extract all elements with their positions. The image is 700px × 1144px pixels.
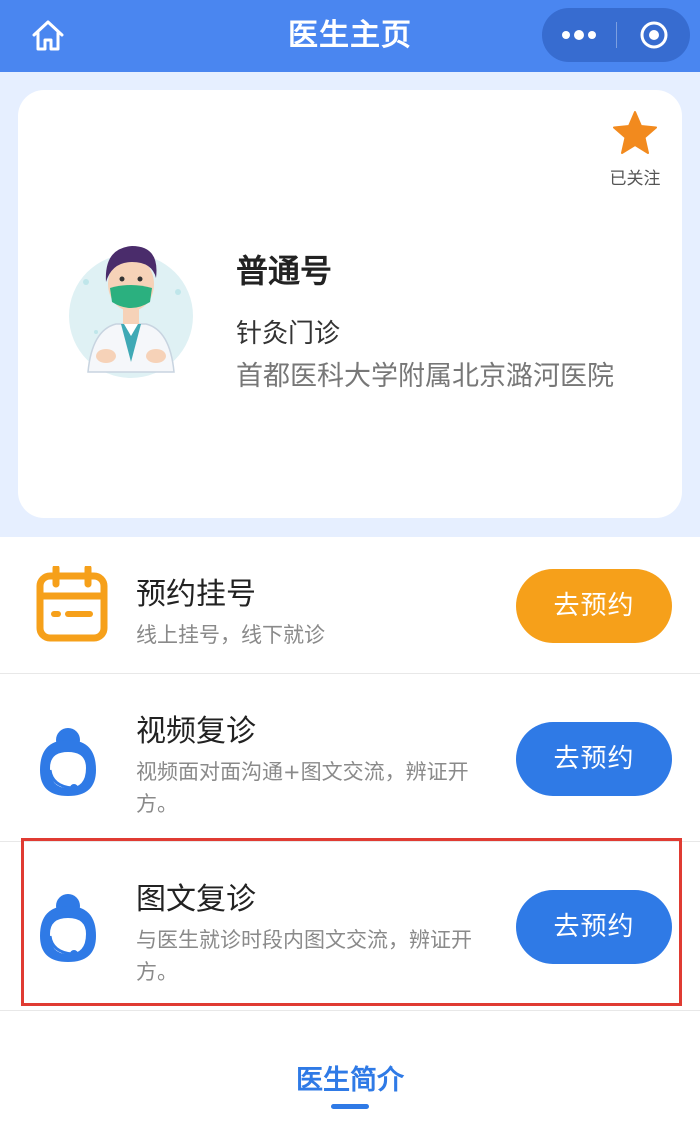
close-button[interactable] <box>617 8 690 62</box>
service-title: 视频复诊 <box>136 714 256 749</box>
star-icon <box>613 111 657 154</box>
department-name: 针灸门诊 <box>236 319 341 349</box>
more-dots-icon <box>562 30 596 40</box>
service-description: 线上挂号，线下就诊 <box>136 623 325 647</box>
book-video-button[interactable]: 去预约 <box>516 722 672 796</box>
hospital-name: 首都医科大学附属北京潞河医院 <box>236 361 614 392</box>
service-description: 视频面对面沟通+图文交流，辨证开方。 <box>136 760 469 816</box>
row-divider <box>0 1010 700 1011</box>
tab-doctor-intro[interactable]: 医生简介 <box>0 1058 700 1097</box>
follow-label: 已关注 <box>609 169 661 189</box>
tab-active-indicator <box>331 1104 369 1109</box>
calendar-icon <box>36 566 108 642</box>
service-row-video: 视频复诊 视频面对面沟通+图文交流，辨证开方。 去预约 <box>0 674 700 841</box>
follow-button[interactable]: 已关注 <box>600 110 670 189</box>
mini-program-capsule <box>542 8 690 62</box>
highlight-box <box>21 838 682 1006</box>
registration-type: 普通号 <box>236 252 333 290</box>
service-title: 预约挂号 <box>136 577 256 612</box>
doctor-avatar <box>66 232 196 382</box>
nav-bar: 医生主页 <box>0 0 700 72</box>
more-button[interactable] <box>542 8 616 62</box>
headset-person-icon <box>40 728 96 796</box>
service-row-appointment: 预约挂号 线上挂号，线下就诊 去预约 <box>0 537 700 673</box>
book-appointment-button[interactable]: 去预约 <box>516 569 672 643</box>
target-close-icon <box>640 21 667 49</box>
